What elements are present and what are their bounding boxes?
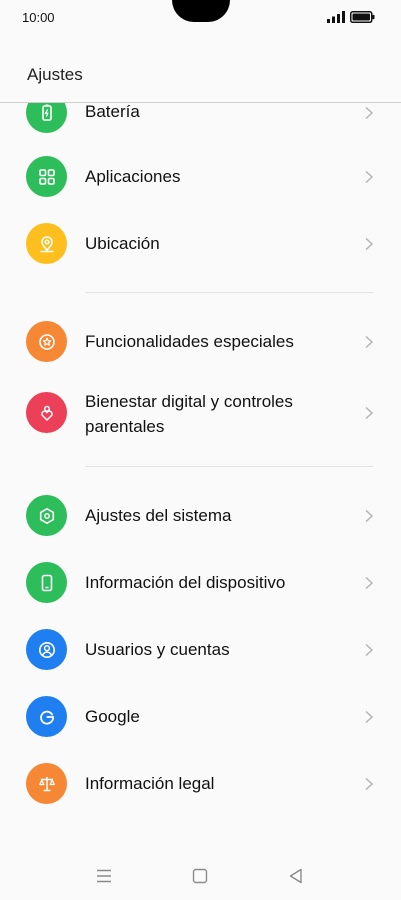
settings-item-ubicacion[interactable]: Ubicación (0, 217, 401, 271)
settings-item-informacion-del-dispositivo[interactable]: Información del dispositivo (0, 556, 401, 610)
chevron-right-icon (365, 643, 374, 657)
chevron-right-icon (365, 710, 374, 724)
row-icon-circle (26, 629, 67, 670)
user-circle-icon (38, 641, 55, 658)
settings-item-label: Google (85, 707, 140, 726)
scales-icon (38, 776, 55, 791)
navigation-bar (0, 845, 401, 900)
location-pin-icon (40, 235, 53, 252)
chevron-right-icon (365, 509, 374, 523)
battery-status-icon (350, 11, 375, 23)
settings-item-aplicaciones[interactable]: Aplicaciones (0, 150, 401, 204)
signal-icon (327, 11, 345, 23)
settings-item-ajustes-del-sistema[interactable]: Ajustes del sistema (0, 489, 401, 543)
section-divider (85, 466, 373, 467)
apps-grid-icon (38, 168, 55, 185)
chevron-right-icon (365, 106, 374, 120)
back-triangle-icon[interactable] (285, 865, 307, 887)
row-icon-circle (26, 156, 67, 197)
settings-item-label: Ajustes del sistema (85, 506, 232, 525)
settings-item-label: Bienestar digital y controles (85, 392, 293, 411)
hexagon-gear-icon (39, 507, 54, 524)
settings-item-label: Funcionalidades especiales (85, 332, 294, 351)
settings-item-label: Usuarios y cuentas (85, 640, 230, 659)
settings-list[interactable]: Batería Aplicaciones Ubicación Funcional… (0, 103, 401, 830)
settings-item-label: Información del dispositivo (85, 573, 286, 592)
chevron-right-icon (365, 170, 374, 184)
settings-item-label: Batería (85, 103, 140, 121)
row-icon-circle (26, 392, 67, 433)
settings-item-label: Aplicaciones (85, 167, 181, 186)
row-icon-circle (26, 223, 67, 264)
chevron-right-icon (365, 406, 374, 420)
settings-item-google[interactable]: Google (0, 690, 401, 744)
phone-icon (41, 574, 52, 591)
row-icon-circle (26, 103, 67, 133)
home-square-icon[interactable] (189, 865, 211, 887)
chevron-right-icon (365, 335, 374, 349)
star-badge-icon (38, 333, 55, 350)
chevron-right-icon (365, 777, 374, 791)
settings-item-informacion-legal[interactable]: Información legal (0, 757, 401, 811)
google-g-icon (39, 710, 54, 725)
settings-item-label: Información legal (85, 774, 215, 793)
settings-item-bienestar-digital[interactable]: Bienestar digital y controles parentales (0, 382, 401, 458)
settings-item-label-line2: parentales (85, 417, 165, 436)
row-icon-circle (26, 562, 67, 603)
page-title: Ajustes (27, 65, 83, 84)
settings-item-label: Ubicación (85, 234, 160, 253)
row-icon-circle (26, 763, 67, 804)
settings-header: Ajustes (0, 36, 401, 102)
menu-icon[interactable] (93, 865, 115, 887)
chevron-right-icon (365, 576, 374, 590)
heart-person-icon (40, 405, 53, 421)
row-icon-circle (26, 696, 67, 737)
settings-item-bateria[interactable]: Batería (0, 103, 401, 139)
settings-item-usuarios-y-cuentas[interactable]: Usuarios y cuentas (0, 623, 401, 677)
chevron-right-icon (365, 237, 374, 251)
status-bar: 10:00 (0, 0, 401, 36)
battery-icon (41, 104, 52, 121)
status-time: 10:00 (22, 10, 55, 25)
row-icon-circle (26, 321, 67, 362)
row-icon-circle (26, 495, 67, 536)
section-divider (85, 292, 373, 293)
settings-item-funcionalidades-especiales[interactable]: Funcionalidades especiales (0, 315, 401, 369)
camera-notch (172, 0, 230, 22)
